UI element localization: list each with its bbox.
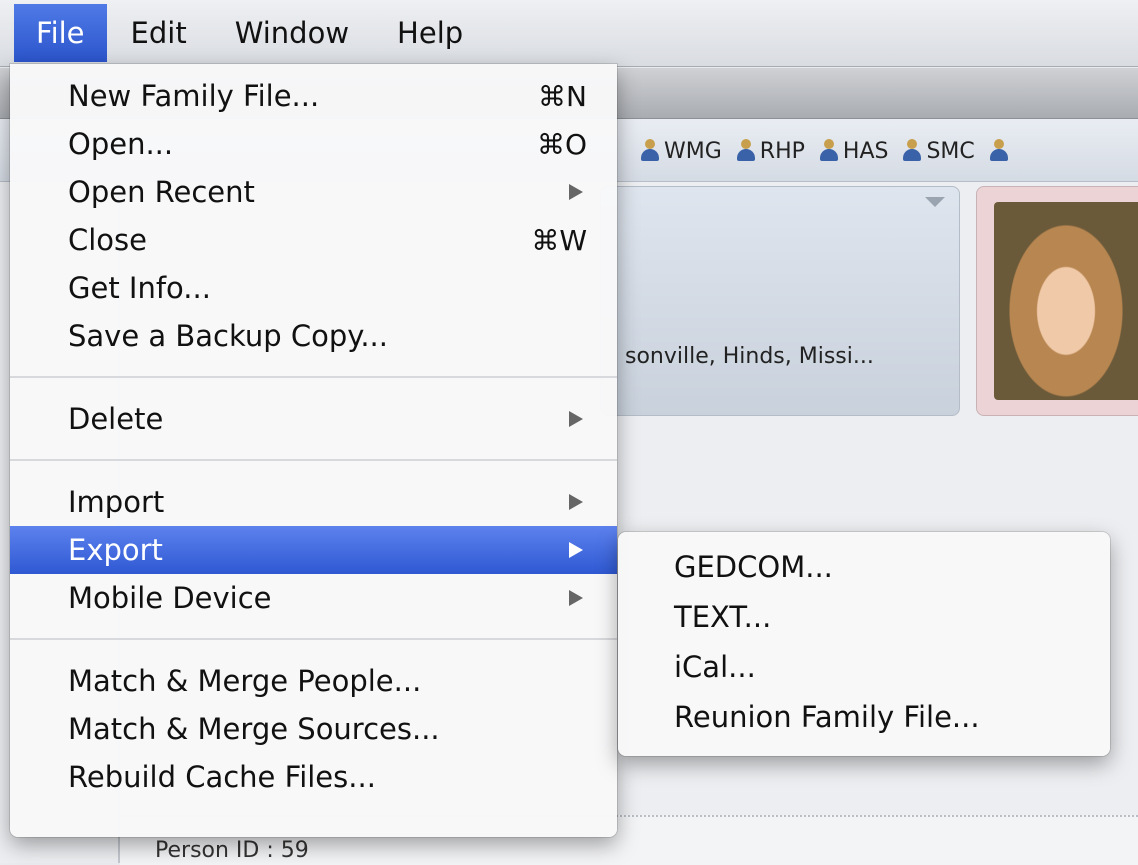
- person-tag[interactable]: WMG: [640, 139, 722, 164]
- menu-item-match-merge-people[interactable]: Match & Merge People...: [10, 657, 617, 705]
- shortcut: ⌘W: [531, 223, 587, 257]
- menu-file[interactable]: File: [14, 4, 107, 62]
- menu-item-match-merge-sources[interactable]: Match & Merge Sources...: [10, 705, 617, 753]
- person-icon: [902, 139, 922, 163]
- menu-item-new-family-file[interactable]: New Family File... ⌘N: [10, 72, 617, 120]
- menu-help[interactable]: Help: [373, 4, 487, 62]
- menu-item-import[interactable]: Import: [10, 478, 617, 526]
- export-submenu: GEDCOM... TEXT... iCal... Reunion Family…: [618, 532, 1110, 756]
- menu-separator: [10, 459, 617, 461]
- person-photo: [994, 202, 1138, 400]
- submenu-arrow-icon: [569, 542, 583, 558]
- menu-item-open[interactable]: Open... ⌘O: [10, 120, 617, 168]
- menu-item-mobile-device[interactable]: Mobile Device: [10, 574, 617, 622]
- menu-edit[interactable]: Edit: [107, 4, 211, 62]
- person-tag[interactable]: RHP: [736, 139, 805, 164]
- submenu-item-reunion-file[interactable]: Reunion Family File...: [618, 692, 1110, 742]
- menu-item-save-backup[interactable]: Save a Backup Copy...: [10, 312, 617, 360]
- person-icon: [640, 139, 660, 163]
- person-card[interactable]: [600, 186, 960, 416]
- menu-window[interactable]: Window: [211, 4, 373, 62]
- person-icon: [989, 139, 1009, 163]
- person-tag-row: WMG RHP HAS SMC: [640, 128, 1009, 174]
- submenu-arrow-icon: [569, 590, 583, 606]
- submenu-item-ical[interactable]: iCal...: [618, 642, 1110, 692]
- menu-item-delete[interactable]: Delete: [10, 395, 617, 443]
- person-icon: [736, 139, 756, 163]
- menu-item-close[interactable]: Close ⌘W: [10, 216, 617, 264]
- menu-separator: [10, 638, 617, 640]
- submenu-arrow-icon: [569, 494, 583, 510]
- menu-separator: [10, 376, 617, 378]
- card-place-text: sonville, Hinds, Missi...: [625, 344, 874, 369]
- person-tag[interactable]: SMC: [902, 139, 975, 164]
- submenu-arrow-icon: [569, 184, 583, 200]
- submenu-item-gedcom[interactable]: GEDCOM...: [618, 542, 1110, 592]
- submenu-item-text[interactable]: TEXT...: [618, 592, 1110, 642]
- person-icon: [819, 139, 839, 163]
- person-tag[interactable]: HAS: [819, 139, 888, 164]
- submenu-arrow-icon: [569, 411, 583, 427]
- file-menu: New Family File... ⌘N Open... ⌘O Open Re…: [10, 64, 617, 837]
- person-tag[interactable]: [989, 139, 1009, 163]
- shortcut: ⌘N: [538, 79, 587, 113]
- card-dropdown-icon[interactable]: [925, 197, 945, 207]
- menu-item-rebuild-cache[interactable]: Rebuild Cache Files...: [10, 753, 617, 801]
- shortcut: ⌘O: [536, 127, 587, 161]
- person-id: Person ID : 59: [155, 838, 309, 863]
- menu-item-export[interactable]: Export: [10, 526, 617, 574]
- menu-item-open-recent[interactable]: Open Recent: [10, 168, 617, 216]
- menu-item-get-info[interactable]: Get Info...: [10, 264, 617, 312]
- menu-bar: File Edit Window Help: [0, 0, 1138, 67]
